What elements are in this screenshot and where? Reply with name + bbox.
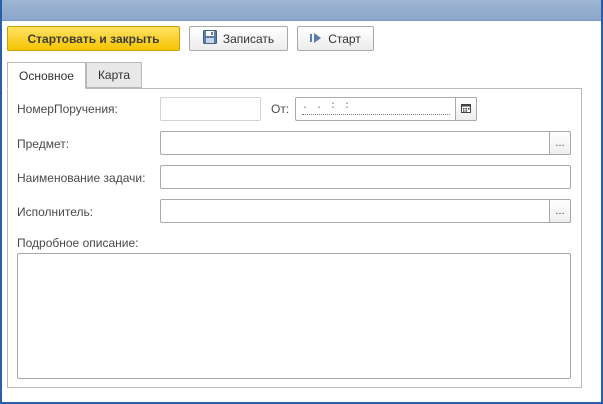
from-label: От: <box>271 102 290 116</box>
ellipsis-icon: ... <box>555 205 565 217</box>
tab-map-label: Карта <box>97 68 131 82</box>
subject-label: Предмет: <box>17 137 70 151</box>
executor-label: Исполнитель: <box>17 205 94 219</box>
date-mask: . . : : <box>302 102 450 115</box>
window-frame-left <box>0 0 2 404</box>
play-icon <box>310 32 322 46</box>
tab-main-label: Основное <box>19 68 74 83</box>
save-label: Записать <box>222 31 275 46</box>
start-and-close-button[interactable]: Стартовать и закрыть <box>7 26 180 51</box>
tab-map[interactable]: Карта <box>86 62 142 88</box>
ellipsis-icon: ... <box>555 137 565 149</box>
start-button[interactable]: Старт <box>297 26 374 51</box>
executor-select-button[interactable]: ... <box>549 199 571 223</box>
calendar-button[interactable] <box>455 97 477 121</box>
save-button[interactable]: Записать <box>189 26 288 51</box>
order-number-field[interactable] <box>160 97 261 121</box>
start-and-close-label: Стартовать и закрыть <box>27 31 160 46</box>
description-label: Подробное описание: <box>17 236 139 250</box>
tab-main[interactable]: Основное <box>7 62 86 89</box>
floppy-disk-icon <box>202 30 217 47</box>
window-titlebar <box>0 0 603 21</box>
start-label: Старт <box>328 31 361 46</box>
calendar-icon <box>461 103 471 116</box>
task-name-label: Наименование задачи: <box>17 171 146 185</box>
subject-select-button[interactable]: ... <box>549 131 571 155</box>
executor-field[interactable]: ... <box>160 199 571 223</box>
order-number-label: НомерПоручения: <box>17 102 118 116</box>
description-textarea[interactable] <box>17 253 571 379</box>
date-field[interactable]: . . : : <box>295 97 477 121</box>
subject-field[interactable]: ... <box>160 131 571 155</box>
task-name-field[interactable] <box>160 165 571 189</box>
